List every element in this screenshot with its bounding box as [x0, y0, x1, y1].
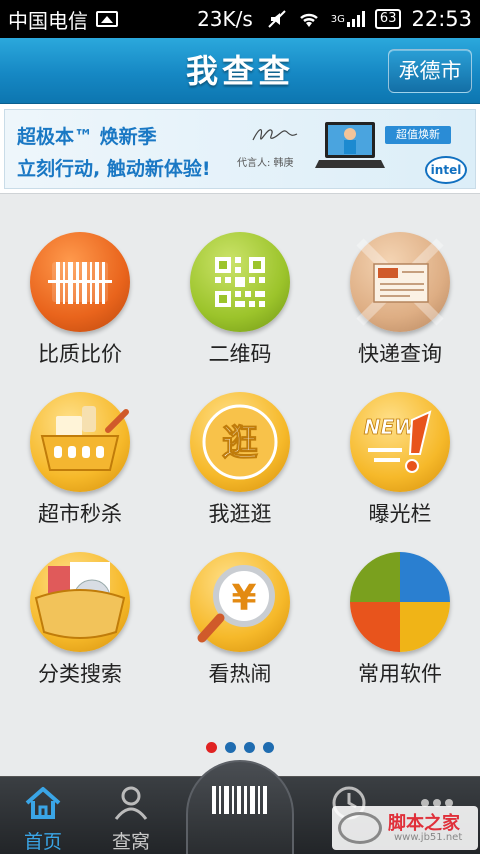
grid-item-label: 常用软件 — [358, 662, 442, 686]
watermark-url: www.jb51.net — [394, 832, 463, 843]
shopping-basket-icon — [30, 392, 130, 492]
grid-item-price-compare[interactable]: 比质比价 — [10, 232, 150, 382]
ad-banner[interactable]: 超极本™ 焕新季 立刻行动, 触动新体验! 代言人: 韩庚 超值焕新 intel — [0, 104, 480, 194]
page-dot — [244, 742, 255, 753]
clock: 22:53 — [411, 7, 472, 31]
network-speed: 23K/s — [197, 7, 253, 31]
yuan-glyph: ¥ — [231, 578, 256, 619]
grid-item-category-search[interactable]: 分类搜索 — [10, 552, 150, 702]
magnifier-yuan-icon: ¥ — [190, 552, 290, 652]
image-notification-icon — [96, 11, 118, 27]
package-icon — [350, 232, 450, 332]
watermark-logo — [338, 812, 382, 844]
grid-item-label: 超市秒杀 — [38, 502, 122, 526]
status-bar: 中国电信 23K/s 3G 63 22:53 — [0, 0, 480, 38]
laptop-image — [315, 122, 385, 168]
tab-label: 首页 — [23, 831, 62, 853]
qrcode-icon — [190, 232, 290, 332]
browse-glyph: 逛 — [222, 423, 258, 464]
grid-item-supermarket[interactable]: 超市秒杀 — [10, 392, 150, 542]
signal-icon: 3G — [331, 11, 365, 27]
home-icon — [25, 787, 61, 819]
user-icon — [114, 786, 148, 820]
grid-item-label: 比质比价 — [38, 342, 122, 366]
page-indicator — [0, 738, 480, 753]
banner-subline: 立刻行动, 触动新体验! — [17, 158, 211, 180]
city-select-button[interactable]: 承德市 — [388, 49, 472, 93]
page-dot-active — [206, 742, 217, 753]
grid-item-express[interactable]: 快递查询 — [330, 232, 470, 382]
grid-item-software[interactable]: 常用软件 — [330, 552, 470, 702]
banner-headline: 超极本™ 焕新季 — [17, 126, 157, 148]
barcode-icon — [30, 232, 130, 332]
app-quadrant-icon — [350, 552, 450, 652]
site-watermark: 脚本之家 www.jb51.net — [332, 806, 478, 850]
grid-item-exposure[interactable]: NEW 曝光栏 — [330, 392, 470, 542]
browse-icon: 逛 — [190, 392, 290, 492]
grid-item-label: 分类搜索 — [38, 662, 122, 686]
grid-item-label: 曝光栏 — [368, 502, 432, 526]
grid-item-label: 我逛逛 — [208, 502, 272, 526]
carrier-name: 中国电信 — [8, 8, 88, 33]
folder-category-icon — [30, 552, 130, 652]
page-dot — [263, 742, 274, 753]
page-dot — [225, 742, 236, 753]
network-type: 3G — [330, 13, 345, 25]
intel-logo: intel — [425, 156, 467, 184]
battery-indicator: 63 — [374, 9, 402, 29]
feature-grid: 比质比价 二维码 快递查询 超市秒杀 逛 我逛逛 NEW 曝光栏 分类搜索 ¥ … — [0, 194, 480, 778]
wifi-icon — [297, 10, 321, 28]
new-glyph: NEW — [364, 415, 417, 439]
barcode-scan-icon — [212, 786, 267, 814]
grid-item-browse[interactable]: 逛 我逛逛 — [170, 392, 310, 542]
grid-item-label: 快递查询 — [358, 342, 442, 366]
grid-item-hot[interactable]: ¥ 看热闹 — [170, 552, 310, 702]
signature-image — [252, 129, 298, 141]
grid-item-qrcode[interactable]: 二维码 — [170, 232, 310, 382]
grid-item-label: 看热闹 — [208, 662, 272, 686]
mute-icon — [267, 9, 287, 29]
tab-home[interactable]: 首页 — [0, 777, 86, 854]
promo-tag: 超值焕新 — [385, 126, 451, 144]
ad-banner-content[interactable]: 超极本™ 焕新季 立刻行动, 触动新体验! 代言人: 韩庚 超值焕新 intel — [4, 109, 476, 189]
banner-endorser: 代言人: 韩庚 — [237, 158, 294, 169]
grid-item-label: 二维码 — [208, 342, 272, 366]
tab-chawo[interactable]: 查窝 — [88, 777, 174, 854]
app-header: 我查查 承德市 — [0, 38, 480, 104]
tab-label: 查窝 — [111, 831, 150, 853]
new-exclamation-icon: NEW — [350, 392, 450, 492]
